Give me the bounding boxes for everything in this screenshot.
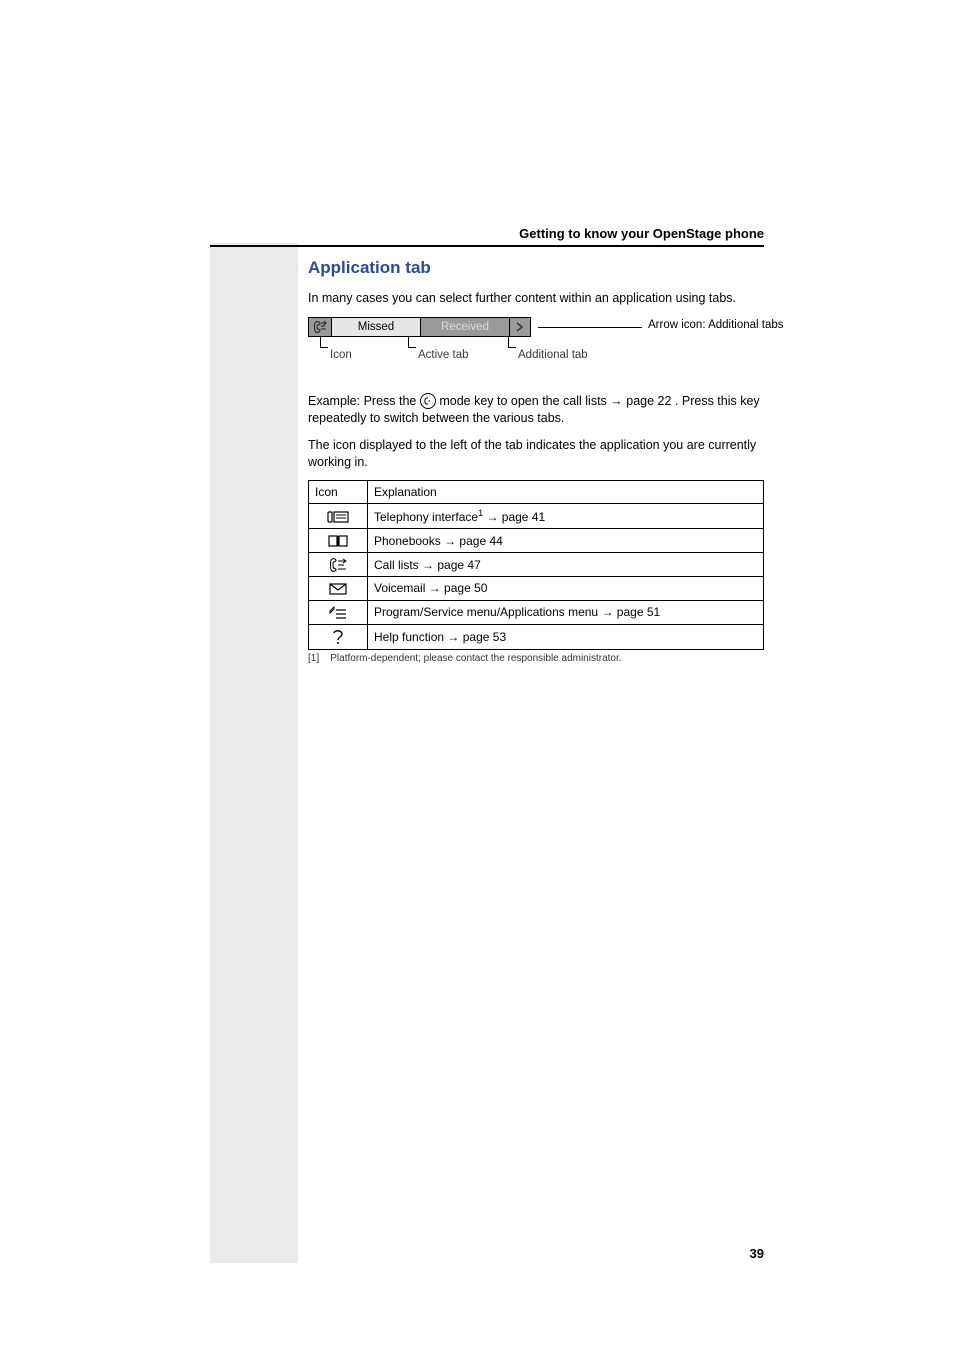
tab-label: Missed [358, 321, 394, 333]
running-header: Getting to know your OpenStage phone [210, 226, 764, 247]
footnote-label: [1] [308, 653, 319, 664]
arrow-icon: → [601, 605, 613, 619]
table-row: Phonebooks → page 44 [309, 529, 764, 553]
table-head-icon: Icon [309, 481, 368, 504]
service-menu-icon [328, 606, 348, 620]
icon-cell [309, 577, 368, 601]
explanation-cell: Telephony interface1 → page 41 [368, 504, 764, 529]
call-lists-icon [328, 558, 348, 572]
tabs-row: Missed Received Arrow icon: Additional t… [308, 317, 764, 337]
footnote-marker: 1 [478, 508, 483, 518]
tab-received: Received [420, 317, 510, 337]
voicemail-icon [328, 582, 348, 596]
table-row: Help function → page 53 [309, 624, 764, 649]
example-text-after-icon: mode key to open the call lists [439, 394, 610, 408]
mode-key-glyph-icon [424, 397, 432, 405]
table-row: Program/Service menu/Applications menu →… [309, 600, 764, 624]
arrow-icon: → [447, 630, 459, 644]
content-column: Application tab In many cases you can se… [308, 258, 764, 664]
icon-cell [309, 529, 368, 553]
example-page-ref: page 22 [626, 394, 671, 408]
page-ref: page 41 [502, 510, 545, 524]
explanation-cell: Help function → page 53 [368, 624, 764, 649]
callout-icon-text: Icon [330, 349, 352, 361]
callout-tick-h [508, 347, 516, 348]
explanation-cell: Voicemail → page 50 [368, 577, 764, 601]
icon-cell [309, 624, 368, 649]
help-icon [331, 629, 345, 645]
explanation-text: Phonebooks [374, 534, 441, 548]
table-row: Voicemail → page 50 [309, 577, 764, 601]
telephony-interface-icon [327, 510, 349, 524]
callout-active-text: Active tab [418, 349, 469, 361]
callout-additional-text: Additional tab [518, 349, 588, 361]
page-ref: page 47 [437, 558, 480, 572]
icon-paragraph: The icon displayed to the left of the ta… [308, 437, 764, 471]
callout-tick-h [408, 347, 416, 348]
explanation-cell: Phonebooks → page 44 [368, 529, 764, 553]
page-ref: page 44 [459, 534, 502, 548]
arrow-icon: → [444, 534, 456, 548]
table-row: Telephony interface1 → page 41 [309, 504, 764, 529]
icon-cell [309, 553, 368, 577]
page-ref: page 51 [617, 605, 660, 619]
callout-tick [320, 337, 321, 347]
chevron-right-icon [516, 322, 524, 332]
mode-key-icon [420, 393, 436, 409]
callout-tick-h [320, 347, 328, 348]
explanation-text: Voicemail [374, 581, 425, 595]
arrow-icon: → [486, 510, 498, 524]
callout-leader-line [538, 327, 642, 328]
table-header-row: Icon Explanation [309, 481, 764, 504]
phonebooks-icon [327, 534, 349, 548]
explanation-text: Program/Service menu/Applications menu [374, 605, 598, 619]
arrow-icon: → [429, 581, 441, 595]
arrow-icon: → [610, 394, 623, 408]
footnote: [1] Platform-dependent; please contact t… [308, 653, 764, 664]
table-row: Call lists → page 47 [309, 553, 764, 577]
header-section-title: Getting to know your OpenStage phone [210, 226, 764, 245]
table-head-explanation: Explanation [368, 481, 764, 504]
explanation-cell: Program/Service menu/Applications menu →… [368, 600, 764, 624]
left-margin-bar [210, 243, 298, 1263]
callouts-row: Icon Active tab Additional tab [308, 337, 764, 369]
explanation-text: Telephony interface [374, 510, 478, 524]
page-ref: page 53 [463, 630, 506, 644]
tab-label: Received [441, 321, 489, 333]
explanation-text: Call lists [374, 558, 419, 572]
section-title: Application tab [308, 258, 764, 278]
footnote-text: Platform-dependent; please contact the r… [330, 653, 621, 664]
tab-missed: Missed [331, 317, 421, 337]
callout-tick [408, 337, 409, 347]
explanation-cell: Call lists → page 47 [368, 553, 764, 577]
call-lists-icon [313, 321, 327, 333]
icon-cell [309, 504, 368, 529]
icon-cell [309, 600, 368, 624]
icon-explanation-table: Icon Explanation Telephony [308, 480, 764, 649]
tabs-illustration: Missed Received Arrow icon: Additional t… [308, 317, 764, 369]
callout-arrow-label: Arrow icon: Additional tabs [648, 319, 784, 331]
page: Getting to know your OpenStage phone App… [0, 0, 954, 1351]
example-text-before: Example: Press the [308, 394, 420, 408]
arrow-icon: → [422, 558, 434, 572]
example-paragraph: Example: Press the mode key to open the … [308, 393, 764, 427]
callout-tick [508, 337, 509, 347]
explanation-text: Help function [374, 630, 444, 644]
page-number: 39 [750, 1246, 764, 1261]
tab-more-arrow [509, 317, 531, 337]
intro-paragraph: In many cases you can select further con… [308, 290, 764, 307]
tab-app-icon [308, 317, 332, 337]
page-ref: page 50 [444, 581, 487, 595]
header-rule [210, 245, 764, 247]
